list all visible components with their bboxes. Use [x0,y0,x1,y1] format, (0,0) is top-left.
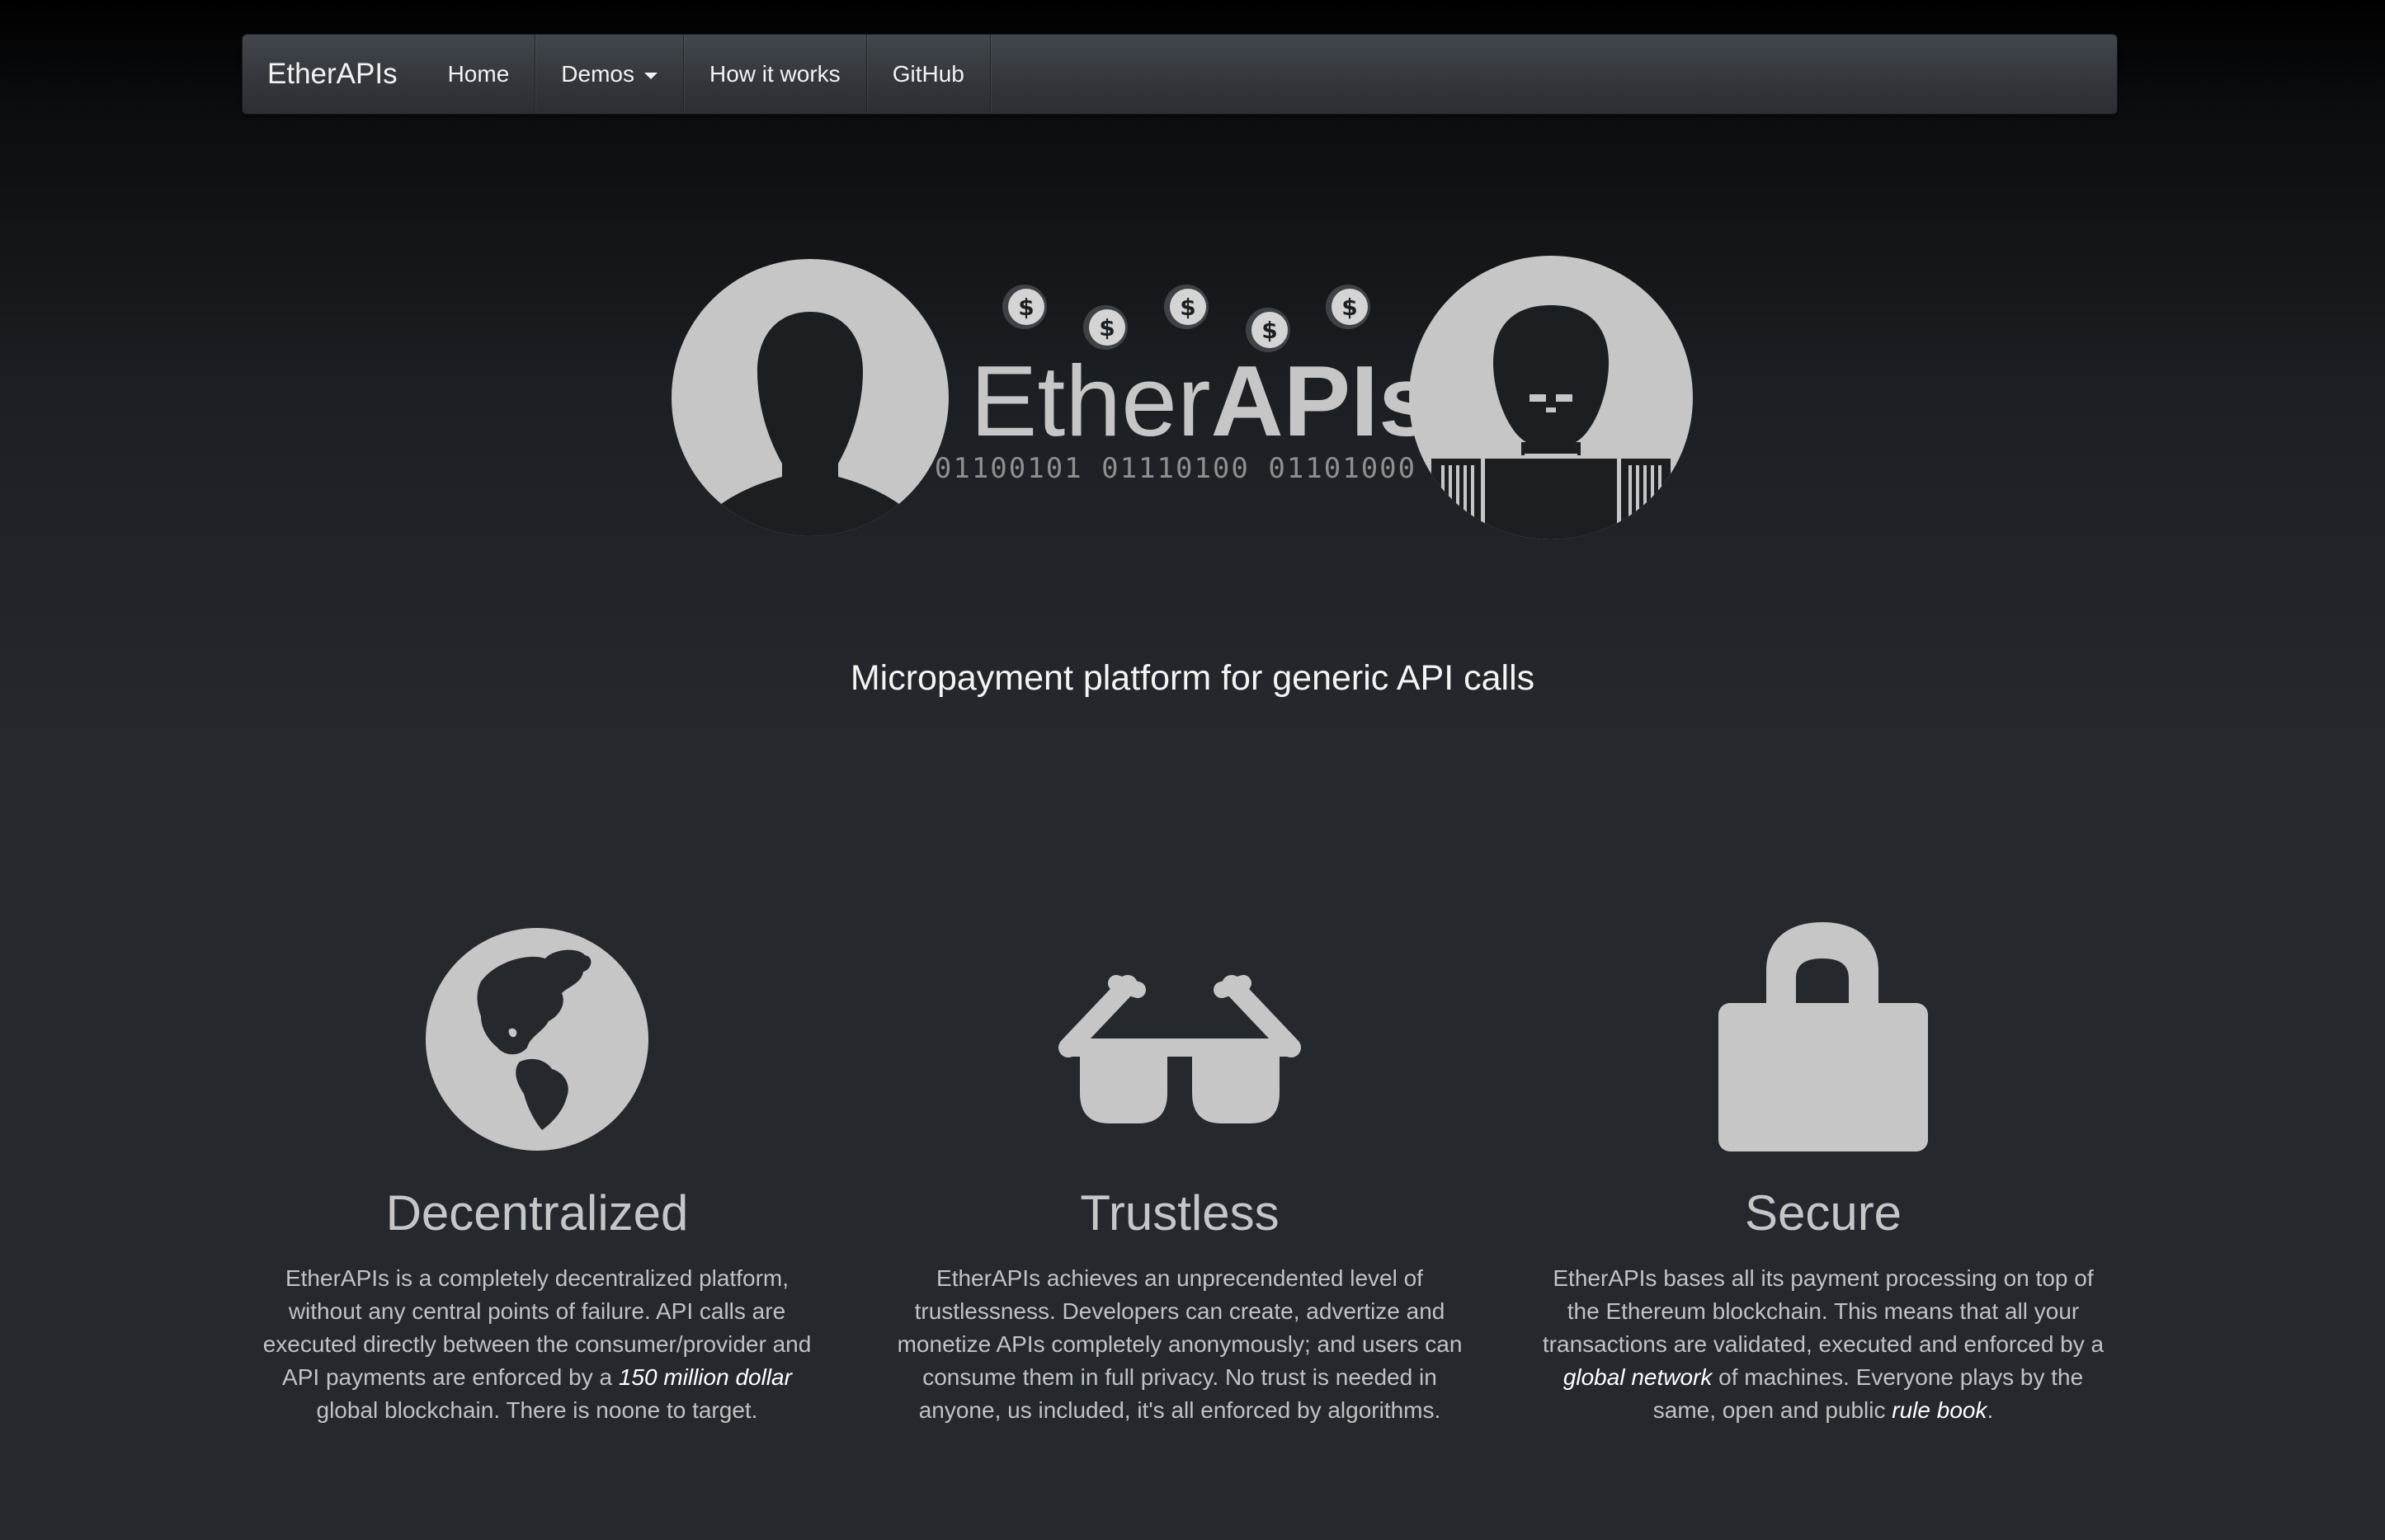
coin-symbol: $ [1261,317,1277,344]
feature-body: EtherAPIs achieves an unprecendented lev… [897,1265,1463,1423]
sunglasses-icon [1058,975,1301,1123]
nav-divider [989,35,991,114]
globe-icon [426,928,648,1151]
person-avatar-icon [672,259,949,536]
lock-icon [1718,922,1928,1151]
coin-symbol: $ [1099,314,1115,341]
feature-body: EtherAPIs is a completely decentralized … [262,1265,812,1423]
nav-demos-dropdown[interactable]: Demos [535,35,683,114]
feature-decentralized: Decentralized EtherAPIs is a completely … [248,907,826,1423]
coin-symbol: $ [1341,294,1357,321]
coin-symbol: $ [1018,294,1034,321]
tagline: Micropayment platform for generic API ca… [850,658,1535,698]
logo-wordmark: EtherAPIs [970,345,1435,457]
navbar: EtherAPIs Home Demos How it works GitHub [242,34,2118,115]
nav-home[interactable]: Home [422,35,535,114]
coin-symbol: $ [1180,294,1195,321]
logo-text-bold: APIs [1211,345,1435,457]
feature-body: EtherAPIs bases all its payment processi… [1542,1265,2105,1423]
coin-icons: $ $ $ $ $ [1002,285,1370,352]
nav-github-label: GitHub [892,61,964,87]
feature-title: Trustless [1080,1185,1280,1241]
emphasis-text: rule book [1892,1397,1987,1423]
feature-title: Decentralized [385,1185,689,1241]
brand-link[interactable]: EtherAPIs [243,35,422,114]
caret-down-icon [643,73,658,79]
emphasis-text: 150 million dollar [618,1364,792,1390]
hero-logo: $ $ $ $ $ EtherAPIs 01100101 01110100 01… [672,256,1693,539]
nav-home-label: Home [447,61,510,87]
nav-github[interactable]: GitHub [865,35,990,114]
logo-text-light: Ether [970,345,1211,457]
binary-text: 01100101 01110100 01101000 [935,452,1416,485]
robot-avatar-icon [1409,256,1693,539]
feature-secure: Secure EtherAPIs bases all its payment p… [1534,907,2112,1423]
nav-how-it-works[interactable]: How it works [682,35,866,114]
feature-title: Secure [1744,1185,1902,1241]
feature-trustless: Trustless EtherAPIs achieves an unprecen… [891,907,1468,1423]
nav-demos-label: Demos [561,61,634,87]
emphasis-text: global network [1563,1364,1713,1390]
nav-how-it-works-label: How it works [709,61,841,87]
